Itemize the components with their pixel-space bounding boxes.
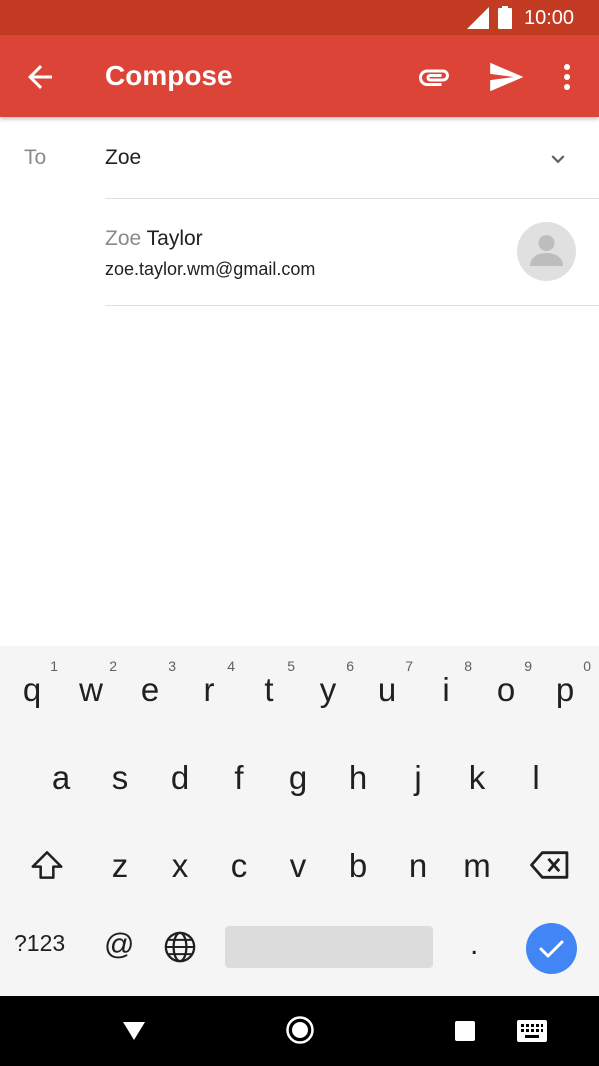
key-label: u	[377, 671, 397, 708]
suggestion-name-match: Zoe	[105, 227, 142, 250]
key-label: o	[496, 671, 516, 708]
to-input[interactable]: Zoe	[105, 146, 141, 170]
person-icon	[530, 235, 563, 266]
key-label: a	[51, 759, 71, 796]
key-p[interactable]: p0	[537, 646, 593, 726]
key-hint: 1	[50, 658, 58, 674]
attach-icon[interactable]	[416, 59, 452, 95]
back-arrow-icon[interactable]	[22, 59, 58, 95]
space-key[interactable]	[225, 926, 433, 968]
send-icon[interactable]	[487, 58, 525, 96]
key-label: f	[234, 759, 244, 796]
key-hint: 3	[168, 658, 176, 674]
key-label: g	[288, 759, 308, 796]
key-s[interactable]: s	[92, 734, 148, 814]
key-hint: 6	[346, 658, 354, 674]
key-k[interactable]: k	[449, 734, 505, 814]
key-label: b	[348, 847, 368, 884]
status-time: 10:00	[524, 7, 575, 29]
key-r[interactable]: r4	[181, 646, 237, 726]
suggestion-email: zoe.taylor.wm@gmail.com	[105, 259, 316, 279]
key-label: j	[414, 759, 422, 796]
nav-home-icon[interactable]	[284, 1014, 316, 1046]
key-label: d	[170, 759, 190, 796]
key-v[interactable]: v	[270, 822, 326, 902]
battery-icon	[498, 6, 512, 29]
key-hint: 9	[524, 658, 532, 674]
key-u[interactable]: u7	[359, 646, 415, 726]
key-label: l	[532, 759, 540, 796]
key-hint: 8	[464, 658, 472, 674]
key-q[interactable]: q1	[4, 646, 60, 726]
at-key[interactable]: @	[104, 928, 134, 962]
key-label: w	[79, 671, 103, 708]
key-c[interactable]: c	[211, 822, 267, 902]
key-o[interactable]: o9	[478, 646, 534, 726]
key-label: z	[111, 847, 129, 884]
key-label: s	[111, 759, 129, 796]
checkmark-icon	[539, 940, 564, 958]
done-button[interactable]	[526, 923, 577, 974]
key-label: t	[264, 671, 274, 708]
key-f[interactable]: f	[211, 734, 267, 814]
more-options-icon[interactable]	[553, 59, 581, 95]
key-label: c	[230, 847, 248, 884]
key-hint: 2	[109, 658, 117, 674]
key-x[interactable]: x	[152, 822, 208, 902]
key-label: r	[203, 671, 215, 708]
app-bar: Compose	[0, 35, 599, 117]
key-e[interactable]: e3	[122, 646, 178, 726]
key-hint: 4	[227, 658, 235, 674]
key-label: e	[140, 671, 160, 708]
key-d[interactable]: d	[152, 734, 208, 814]
key-w[interactable]: w2	[63, 646, 119, 726]
globe-icon[interactable]	[163, 930, 197, 964]
key-j[interactable]: j	[390, 734, 446, 814]
key-hint: 7	[405, 658, 413, 674]
suggestion-name: Zoe Taylor	[105, 227, 203, 251]
symbols-key[interactable]: ?123	[14, 930, 65, 957]
page-title: Compose	[105, 60, 233, 91]
key-label: m	[463, 847, 491, 884]
key-y[interactable]: y6	[300, 646, 356, 726]
suggestion-name-rest: Taylor	[141, 227, 203, 250]
key-label: q	[22, 671, 42, 708]
navigation-bar	[0, 996, 599, 1066]
period-key[interactable]: .	[470, 928, 478, 962]
to-label: To	[24, 146, 47, 169]
key-label: h	[348, 759, 368, 796]
status-bar: 10:00	[0, 0, 599, 35]
key-t[interactable]: t5	[241, 646, 297, 726]
key-label: y	[319, 671, 337, 708]
cell-signal-icon	[467, 7, 489, 29]
key-label: i	[442, 671, 450, 708]
keyboard-switch-icon[interactable]	[516, 1019, 548, 1043]
key-hint: 0	[583, 658, 591, 674]
key-hint: 5	[287, 658, 295, 674]
key-l[interactable]: l	[508, 734, 564, 814]
key-label: p	[555, 671, 575, 708]
key-label: x	[171, 847, 189, 884]
chevron-down-icon[interactable]	[545, 146, 571, 172]
key-i[interactable]: i8	[418, 646, 474, 726]
nav-recents-icon[interactable]	[455, 1021, 475, 1041]
backspace-icon[interactable]	[530, 848, 570, 882]
key-z[interactable]: z	[92, 822, 148, 902]
key-b[interactable]: b	[330, 822, 386, 902]
key-h[interactable]: h	[330, 734, 386, 814]
avatar	[517, 222, 576, 281]
shift-icon[interactable]	[28, 846, 66, 884]
key-g[interactable]: g	[270, 734, 326, 814]
key-a[interactable]: a	[33, 734, 89, 814]
key-n[interactable]: n	[390, 822, 446, 902]
divider	[105, 198, 599, 199]
key-label: k	[468, 759, 486, 796]
nav-back-icon[interactable]	[119, 1019, 149, 1043]
key-m[interactable]: m	[449, 822, 505, 902]
key-label: v	[289, 847, 307, 884]
divider	[105, 305, 599, 306]
key-label: n	[408, 847, 428, 884]
